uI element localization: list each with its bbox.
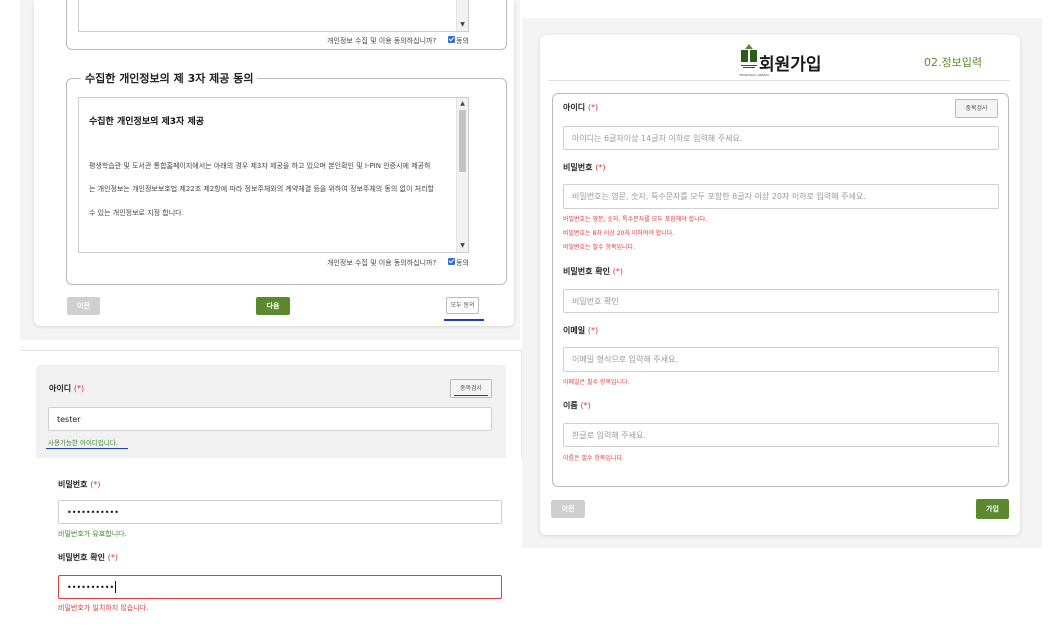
pw-confirm-value: ••••••••••: [67, 582, 115, 592]
scrollbar-thumb[interactable]: [459, 110, 466, 172]
password-error: 비밀번호는 영문, 숫자, 특수문자를 모두 포함해야 합니다.: [563, 216, 708, 223]
third-party-terms-scrollbar[interactable]: ▲ ▼: [456, 98, 468, 252]
pw-confirm-check-input[interactable]: ••••••••••: [58, 575, 502, 599]
header-divider: [549, 80, 1010, 81]
id-ok-highlight: [46, 448, 128, 449]
third-party-doc-line: 는 개인정보는 개인정보보호법 제22조 제2항에 따라 정보주체와의 계약체결…: [89, 185, 434, 193]
dup-check-highlight: [454, 395, 488, 396]
library-logo-icon: [739, 44, 759, 72]
id-check-label: 아이디 (*): [49, 384, 85, 393]
pw-check-label: 비밀번호 (*): [58, 480, 101, 489]
id-ok-message: 사용가능한 아이디입니다.: [48, 439, 118, 447]
text-caret: [115, 581, 117, 593]
name-error: 이름은 필수 항목입니다.: [563, 455, 624, 462]
scroll-down-arrow-icon[interactable]: ▼: [457, 21, 468, 29]
personal-info-terms-box[interactable]: ▼: [78, 0, 469, 32]
email-input[interactable]: 이메일 형식으로 입력해 주세요.: [563, 347, 999, 372]
password-confirm-input[interactable]: 비밀번호 확인: [563, 289, 999, 313]
id-label: 아이디 (*): [563, 103, 599, 112]
third-party-doc-line: 평생학습관 및 도서관 통합홈페이지에서는 아래의 경우 제3자 제공을 하고 …: [89, 162, 431, 170]
password-error: 비밀번호는 8자 이상 20자 이하여야 합니다.: [563, 230, 675, 237]
id-check-input[interactable]: tester: [48, 407, 492, 431]
personal-info-agree-label: 동의: [456, 37, 469, 45]
pw-confirm-check-label: 비밀번호 확인 (*): [58, 553, 118, 562]
terms-scrollbar[interactable]: ▼: [456, 0, 468, 31]
third-party-doc-line: 수 있는 개인정보로 지정 합니다.: [89, 209, 184, 217]
signup-step: 02.정보입력: [924, 56, 982, 69]
third-party-legend: 수집한 개인정보의 제 3자 제공 동의: [81, 70, 258, 86]
pw-check-input[interactable]: •••••••••••: [58, 500, 502, 524]
signup-submit-button[interactable]: 가입: [976, 499, 1009, 519]
third-party-agree-question: 개인정보 수집 및 이용 동의하십니까?: [327, 259, 437, 267]
personal-info-agree-checkbox[interactable]: [448, 36, 455, 43]
password-confirm-label: 비밀번호 확인 (*): [563, 267, 623, 276]
name-input[interactable]: 한글로 입력해 주세요.: [563, 423, 999, 447]
consent-prev-button[interactable]: 이전: [67, 297, 100, 315]
dup-check-button[interactable]: 중복검사: [955, 99, 998, 118]
name-label: 이름 (*): [563, 401, 591, 410]
third-party-agree-checkbox[interactable]: [448, 258, 455, 265]
pw-ok-message: 비밀번호가 유효합니다.: [58, 530, 127, 538]
consent-next-button[interactable]: 다음: [256, 297, 290, 315]
agree-all-button[interactable]: 모두 동의: [446, 297, 479, 314]
email-label: 이메일 (*): [563, 326, 599, 335]
password-label: 비밀번호 (*): [563, 163, 606, 172]
third-party-agree-label: 동의: [456, 259, 469, 267]
scroll-up-arrow-icon[interactable]: ▲: [457, 100, 468, 108]
personal-info-agree-question: 개인정보 수집 및 이용 동의하십니까?: [327, 37, 437, 45]
id-input[interactable]: 아이디는 6글자이상 14글자 이하로 입력해 주세요.: [563, 126, 999, 150]
email-error: 이메일은 필수 항목입니다.: [563, 379, 630, 386]
password-error: 비밀번호는 필수 항목입니다.: [563, 244, 635, 251]
scroll-down-arrow-icon[interactable]: ▼: [457, 242, 468, 250]
password-input[interactable]: 비밀번호는 영문, 숫자, 특수문자를 모두 포함한 8글자 이상 20자 이하…: [563, 184, 999, 209]
third-party-doc-title: 수집한 개인정보의 제3자 제공: [89, 117, 205, 127]
pw-confirm-error: 비밀번호가 일치하지 않습니다.: [58, 604, 149, 612]
signup-title: 회원가입: [759, 55, 822, 75]
logo-caption: SEONGBUK LIBRARY: [739, 73, 770, 77]
agree-all-highlight: [444, 319, 484, 321]
signup-prev-button[interactable]: 이전: [551, 500, 585, 518]
